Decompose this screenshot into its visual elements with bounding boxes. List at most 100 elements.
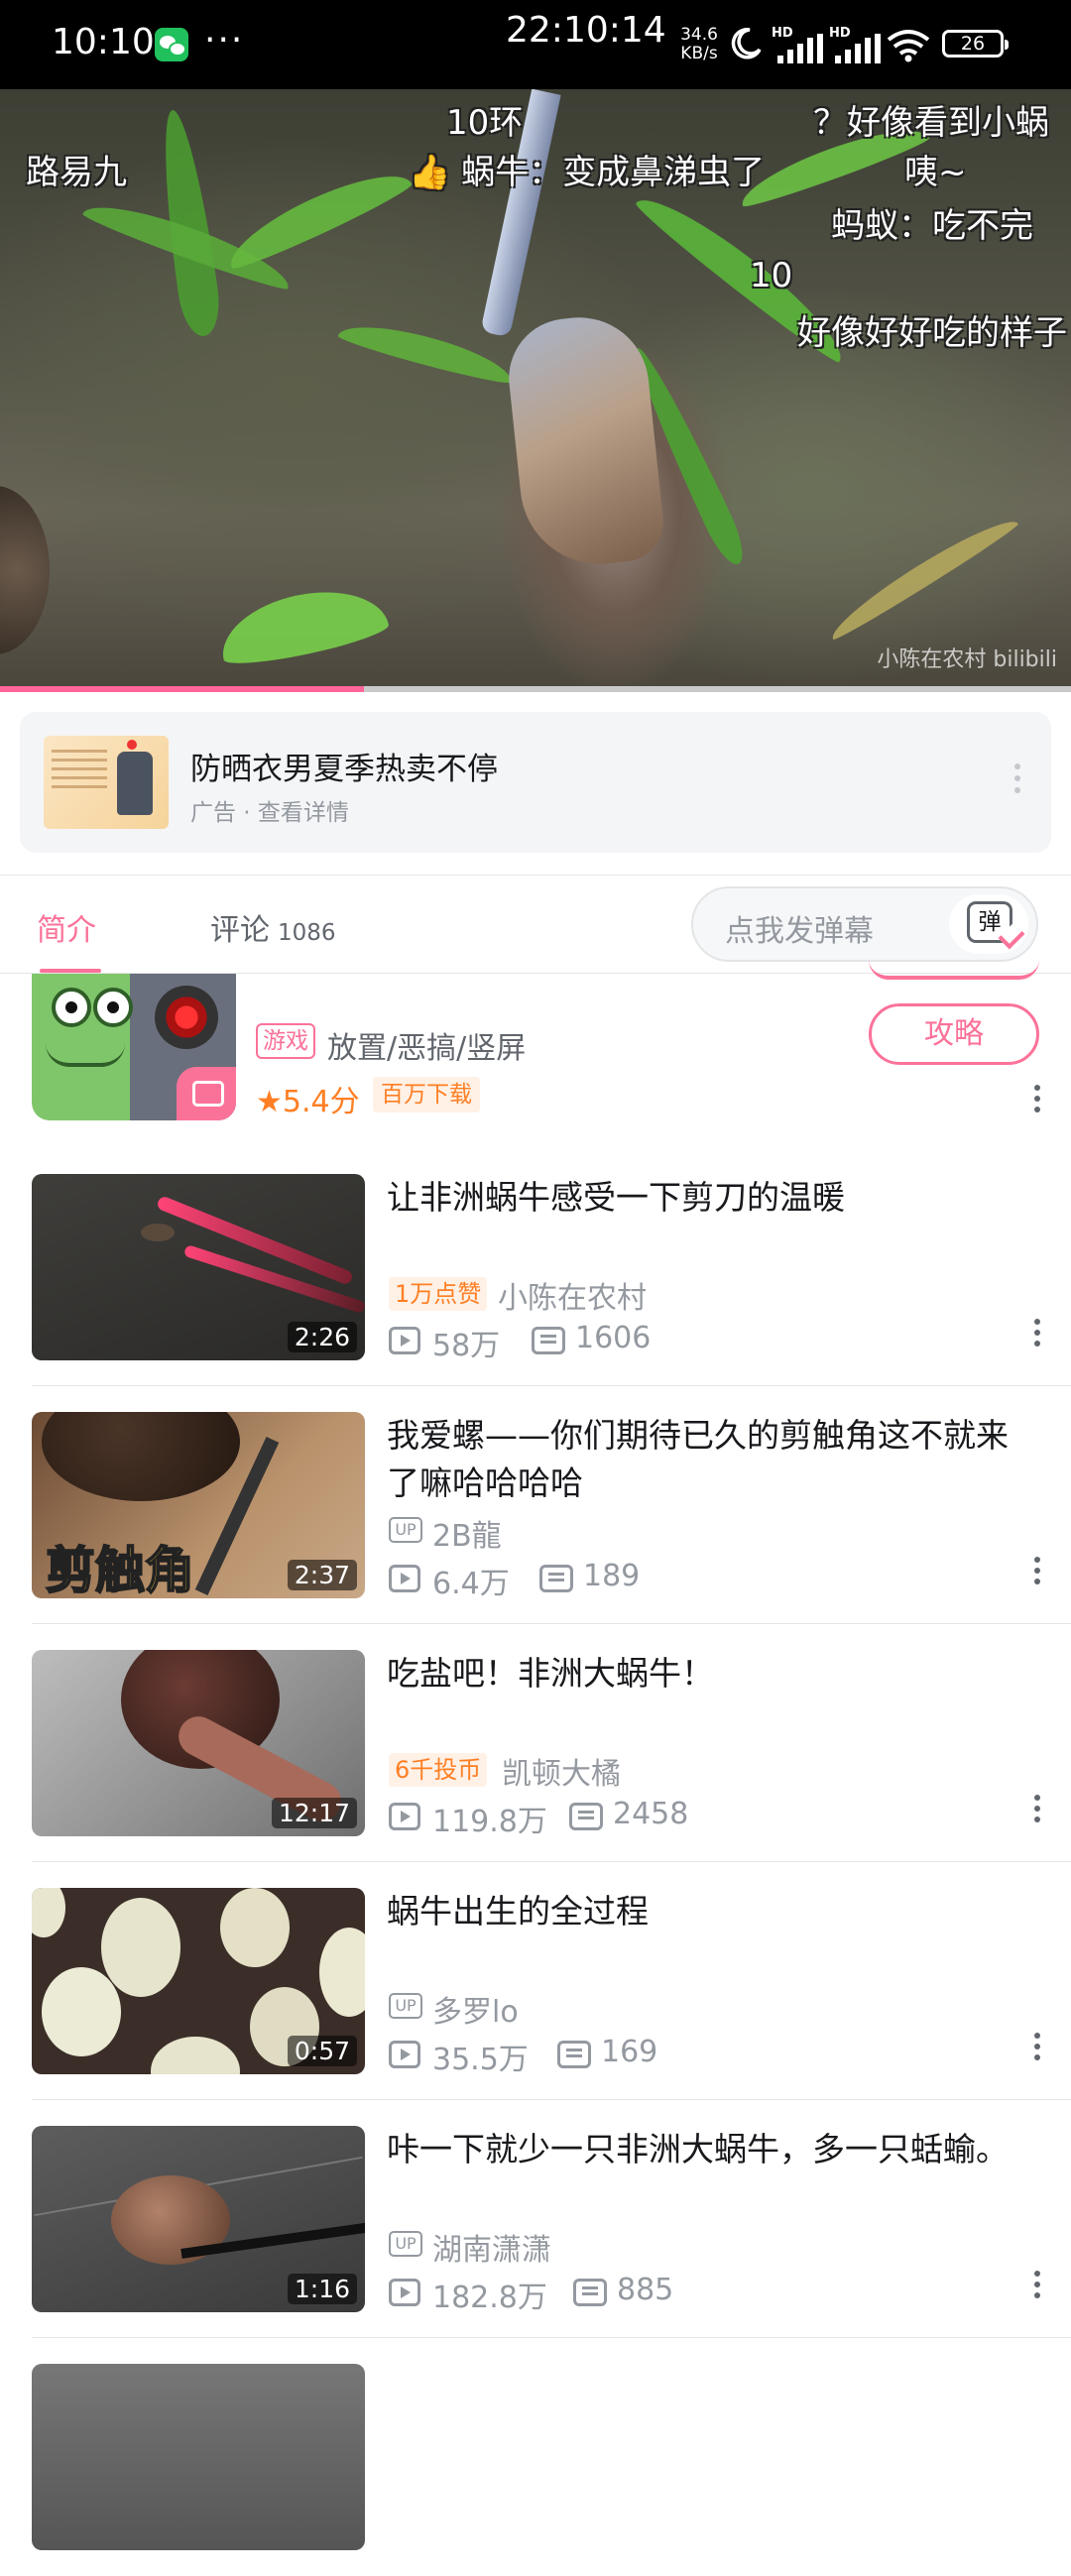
- play-count-icon: [389, 1327, 420, 1354]
- play-count-icon: [389, 2041, 420, 2068]
- frog-mouth: [46, 1043, 125, 1067]
- view-count: 6.4万: [432, 1567, 510, 1601]
- video-progress-bar[interactable]: [0, 686, 1071, 692]
- more-icon[interactable]: [1029, 1085, 1045, 1120]
- related-video-list: 2:26 让非洲蜗牛感受一下剪刀的温暖 1万点赞 小陈在农村 58万 1606 …: [0, 1148, 1071, 2576]
- signal-icon: HD: [829, 26, 881, 63]
- play-count-icon: [389, 2279, 420, 2306]
- comment-count: 1086: [278, 920, 336, 946]
- video-thumbnail: [32, 2364, 365, 2550]
- wechat-icon: [155, 28, 188, 61]
- video-duration: 2:26: [287, 1322, 357, 1352]
- danmaku-count: 2458: [613, 1797, 689, 1831]
- video-duration: 1:16: [287, 2274, 357, 2304]
- ad-more-icon[interactable]: [1006, 763, 1029, 803]
- video-item[interactable]: 0:57 蜗牛出生的全过程 UP 多罗lo 35.5万 169: [0, 1862, 1071, 2100]
- video-player[interactable]: 10环 ？好像看到小蜗 路易九 👍 蜗牛：变成鼻涕虫了 咦~ 蚂蚁：吃不完 10…: [0, 89, 1071, 689]
- guide-button[interactable]: 攻略: [869, 1003, 1039, 1065]
- tab-comments-label: 评论: [210, 913, 270, 948]
- danmaku-text: 蚂蚁：吃不完: [831, 206, 1033, 246]
- tab-comments[interactable]: 评论 1086: [210, 905, 336, 949]
- video-author[interactable]: 多罗lo: [432, 1987, 519, 2031]
- video-thumbnail: 1:16: [32, 2126, 365, 2312]
- danmaku-count-icon: [569, 1803, 603, 1830]
- danmaku-text: 10环: [446, 103, 524, 143]
- video-duration: 2:37: [287, 1560, 357, 1590]
- grass-leaf: [823, 509, 1021, 644]
- up-icon: UP: [389, 1993, 422, 2019]
- grass-leaf: [213, 577, 392, 672]
- video-author[interactable]: 2B龍: [432, 1511, 502, 1555]
- video-badge: 6千投币: [389, 1753, 488, 1787]
- video-thumbnail: 剪触角 2:37: [32, 1412, 365, 1598]
- danmaku-count-icon: [573, 2279, 607, 2306]
- game-score: ★5.4分: [256, 1077, 360, 1120]
- video-item-partial[interactable]: [0, 2338, 1071, 2576]
- video-watermark: 小陈在农村 bilibili: [877, 647, 1057, 672]
- danmaku-count: 169: [601, 2035, 658, 2069]
- network-speed: 34.6 KB/s: [674, 26, 724, 63]
- danmaku-text: 路易九: [26, 153, 127, 192]
- danmaku-count: 189: [583, 1559, 641, 1593]
- signal-icon: HD: [772, 26, 823, 63]
- up-icon: UP: [389, 2231, 422, 2257]
- status-bar: 10:10 ··· 22:10:14 34.6 KB/s HD HD 26: [0, 0, 1071, 89]
- video-item[interactable]: 剪触角 2:37 我爱螺——你们期待已久的剪触角这不就来了嘛哈哈哈哈 UP 2B…: [0, 1386, 1071, 1624]
- view-count: 58万: [432, 1329, 501, 1363]
- ad-card[interactable]: 防晒衣男夏季热卖不停 广告 · 查看详情: [20, 712, 1051, 853]
- danmaku-input[interactable]: 点我发弹幕 弹: [691, 886, 1038, 962]
- video-item[interactable]: 2:26 让非洲蜗牛感受一下剪刀的温暖 1万点赞 小陈在农村 58万 1606: [0, 1148, 1071, 1386]
- battery-icon: 26: [942, 30, 1009, 58]
- ad-thumbnail: [44, 736, 169, 829]
- danmaku-text: 好像好好吃的样子: [797, 313, 1067, 353]
- video-title: 让非洲蜗牛感受一下剪刀的温暖: [387, 1178, 845, 1217]
- danmaku-toggle-button[interactable]: 弹: [949, 894, 1028, 954]
- video-thumbnail: 2:26: [32, 1174, 365, 1360]
- danmaku-text: 👍 蜗牛：变成鼻涕虫了: [409, 153, 766, 192]
- video-thumbnail: 12:17: [32, 1650, 365, 1836]
- danmaku-text: ？好像看到小蜗: [813, 103, 1049, 143]
- video-item[interactable]: 12:17 吃盐吧！非洲大蜗牛！ 6千投币 凯顿大橘 119.8万 2458: [0, 1624, 1071, 1862]
- danmaku-text: 咦~: [904, 153, 967, 192]
- danmaku-placeholder: 点我发弹幕: [725, 914, 874, 949]
- view-count: 119.8万: [432, 1805, 547, 1839]
- danmaku-count: 1606: [575, 1321, 652, 1355]
- video-title: 吃盐吧！非洲大蜗牛！: [387, 1654, 714, 1693]
- tab-bar: 简介 评论 1086 点我发弹幕 弹: [0, 875, 1071, 974]
- ad-subtitle: 广告 · 查看详情: [190, 800, 349, 826]
- play-count-icon: [389, 1803, 420, 1830]
- video-item[interactable]: 1:16 咔一下就少一只非洲大蜗牛，多一只蛞蝓。 UP 湖南潇潇 182.8万 …: [0, 2100, 1071, 2338]
- video-duration: 12:17: [271, 1798, 357, 1828]
- play-count-icon: [389, 1565, 420, 1592]
- game-card[interactable]: 游戏 放置/恶搞/竖屏 ★5.4分 百万下载 攻略: [0, 974, 1071, 1132]
- ad-title: 防晒衣男夏季热卖不停: [190, 752, 498, 787]
- video-duration: 0:57: [287, 2036, 357, 2066]
- video-thumbnail: 0:57: [32, 1888, 365, 2074]
- more-icon[interactable]: [1029, 1557, 1045, 1592]
- game-category-tag: 游戏: [256, 1023, 315, 1059]
- bilibili-tv-icon: [177, 1067, 236, 1120]
- view-count: 182.8万: [432, 2281, 547, 2315]
- download-tag: 百万下载: [373, 1077, 480, 1112]
- thumbnail-caption: 剪触角: [45, 1541, 195, 1598]
- star-icon: ★: [256, 1085, 283, 1119]
- up-icon: UP: [389, 1517, 422, 1543]
- danmaku-count: 885: [617, 2273, 674, 2307]
- game-score-value: 5.4分: [282, 1085, 360, 1119]
- danmaku-text: 10: [750, 256, 793, 295]
- more-icon[interactable]: [1029, 1795, 1045, 1830]
- video-author[interactable]: 凯顿大橘: [502, 1749, 621, 1793]
- video-author[interactable]: 湖南潇潇: [432, 2225, 551, 2269]
- more-icon[interactable]: [1029, 2033, 1045, 2068]
- more-notifications-icon: ···: [204, 20, 245, 60]
- more-icon[interactable]: [1029, 1319, 1045, 1354]
- wifi-icon: [887, 30, 930, 62]
- video-title: 我爱螺——你们期待已久的剪触角这不就来了嘛哈哈哈哈: [387, 1416, 1009, 1502]
- snail-shell-edge: [0, 486, 50, 654]
- video-author[interactable]: 小陈在农村: [498, 1273, 647, 1317]
- more-icon[interactable]: [1029, 2271, 1045, 2306]
- tab-intro[interactable]: 简介: [37, 905, 96, 949]
- game-icon: [32, 974, 236, 1120]
- network-speed-value: 34.6: [680, 25, 718, 45]
- game-tags: 放置/恶搞/竖屏: [327, 1031, 527, 1066]
